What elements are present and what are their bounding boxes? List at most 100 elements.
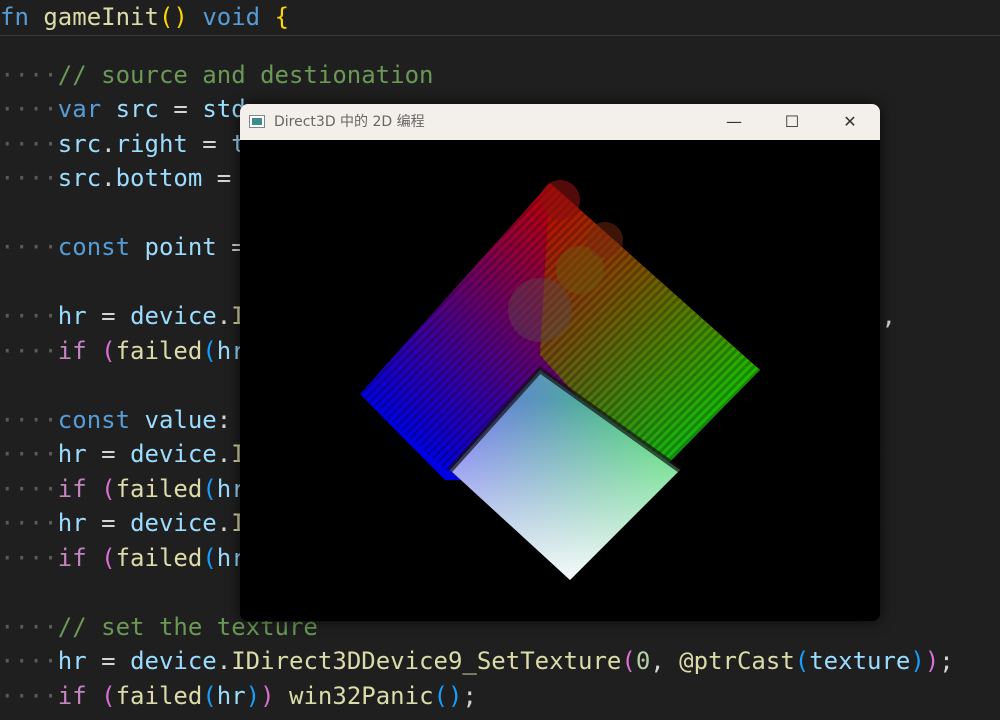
code-token: . xyxy=(216,647,232,675)
code-token: = xyxy=(202,164,232,192)
code-token: ( xyxy=(202,475,217,503)
code-token: device xyxy=(130,647,217,675)
code-token: . xyxy=(101,130,116,158)
window-titlebar[interactable]: Direct3D 中的 2D 编程 — ☐ ✕ xyxy=(240,104,880,140)
code-token: @ptrCast xyxy=(679,647,795,675)
code-token: hr xyxy=(57,647,87,675)
code-token: , xyxy=(881,302,896,330)
code-line: ····src.bottom = xyxy=(0,161,231,195)
code-token: failed xyxy=(115,682,203,710)
code-token: . xyxy=(101,164,116,192)
code-token: ) xyxy=(910,647,925,675)
code-token: IDirect3DDevice9_SetTexture xyxy=(231,647,622,675)
code-token: ( xyxy=(794,647,810,675)
code-token: ···· xyxy=(0,440,58,468)
render-canvas xyxy=(360,180,760,580)
code-token: ; xyxy=(939,647,954,675)
code-token: ···· xyxy=(0,647,58,675)
window-title: Direct3D 中的 2D 编程 xyxy=(274,114,425,130)
code-token: ···· xyxy=(0,509,58,537)
code-token: device xyxy=(130,440,217,468)
code-line: ····if (failed(hr xyxy=(0,541,246,575)
code-token: const xyxy=(57,406,131,434)
code-token: = xyxy=(86,509,131,537)
code-token: point xyxy=(144,233,217,261)
code-token: ( xyxy=(101,475,116,503)
code-token: . xyxy=(216,509,232,537)
code-token: bottom xyxy=(115,164,203,192)
code-token: = xyxy=(86,647,131,675)
code-line: fn gameInit() void { xyxy=(0,0,289,34)
code-line: ····// source and destionation xyxy=(0,58,433,92)
code-token: ( xyxy=(101,682,116,710)
code-token: ···· xyxy=(0,302,58,330)
code-token: hr xyxy=(57,302,87,330)
direct3d-window[interactable]: Direct3D 中的 2D 编程 — ☐ ✕ xyxy=(240,104,880,621)
code-token: ( xyxy=(202,544,217,572)
code-token: src xyxy=(57,130,102,158)
code-token: { xyxy=(274,3,290,31)
code-token: device xyxy=(130,302,217,330)
code-token: ···· xyxy=(0,475,58,503)
code-token: failed xyxy=(115,475,203,503)
code-token: right xyxy=(115,130,188,158)
code-token: . xyxy=(216,440,232,468)
code-token: ( xyxy=(202,337,217,365)
code-token: = xyxy=(158,95,203,123)
render-viewport[interactable] xyxy=(240,140,880,621)
code-token: gameInit xyxy=(43,3,159,31)
code-token: texture xyxy=(809,647,911,675)
code-token: ···· xyxy=(0,233,58,261)
code-line: ····const point = xyxy=(0,230,246,264)
code-line: ····if (failed(hr xyxy=(0,334,246,368)
code-token: ···· xyxy=(0,130,58,158)
code-token: if xyxy=(57,682,87,710)
code-token: ( xyxy=(202,682,217,710)
code-token: ···· xyxy=(0,613,58,641)
code-token: , xyxy=(650,647,680,675)
code-token: // source and destionation xyxy=(57,61,434,89)
code-token: ( xyxy=(621,647,636,675)
code-line: ····hr = device.IDirect3DDevice9_SetText… xyxy=(0,644,954,678)
code-token: hr xyxy=(216,682,246,710)
code-token: src xyxy=(115,95,159,123)
code-token: ) xyxy=(260,682,275,710)
code-token: ···· xyxy=(0,95,58,123)
code-token: ( xyxy=(101,544,116,572)
code-token: ; xyxy=(462,682,477,710)
code-line: ····if (failed(hr xyxy=(0,472,246,506)
code-token: device xyxy=(130,509,217,537)
code-token: void xyxy=(202,3,261,31)
close-button[interactable]: ✕ xyxy=(821,104,879,140)
code-token: ( xyxy=(101,337,116,365)
code-token: hr xyxy=(57,440,87,468)
maximize-button[interactable]: ☐ xyxy=(763,104,821,140)
code-line: ····if (failed(hr)) win32Panic(); xyxy=(0,679,477,713)
code-token: ) xyxy=(924,647,940,675)
textured-square xyxy=(360,180,760,580)
code-token: ···· xyxy=(0,544,58,572)
code-token: fn xyxy=(0,3,29,31)
code-token: win32Panic xyxy=(289,682,434,710)
code-token: const xyxy=(57,233,131,261)
code-token: () xyxy=(158,3,188,31)
code-token: ···· xyxy=(0,164,58,192)
code-token: ···· xyxy=(0,61,58,89)
minimize-button[interactable]: — xyxy=(705,104,763,140)
code-token: hr xyxy=(57,509,87,537)
code-token: () xyxy=(433,682,463,710)
code-token: if xyxy=(57,475,87,503)
code-token: ···· xyxy=(0,682,58,710)
code-line: ····src.right = t xyxy=(0,127,246,161)
code-token: ···· xyxy=(0,337,58,365)
